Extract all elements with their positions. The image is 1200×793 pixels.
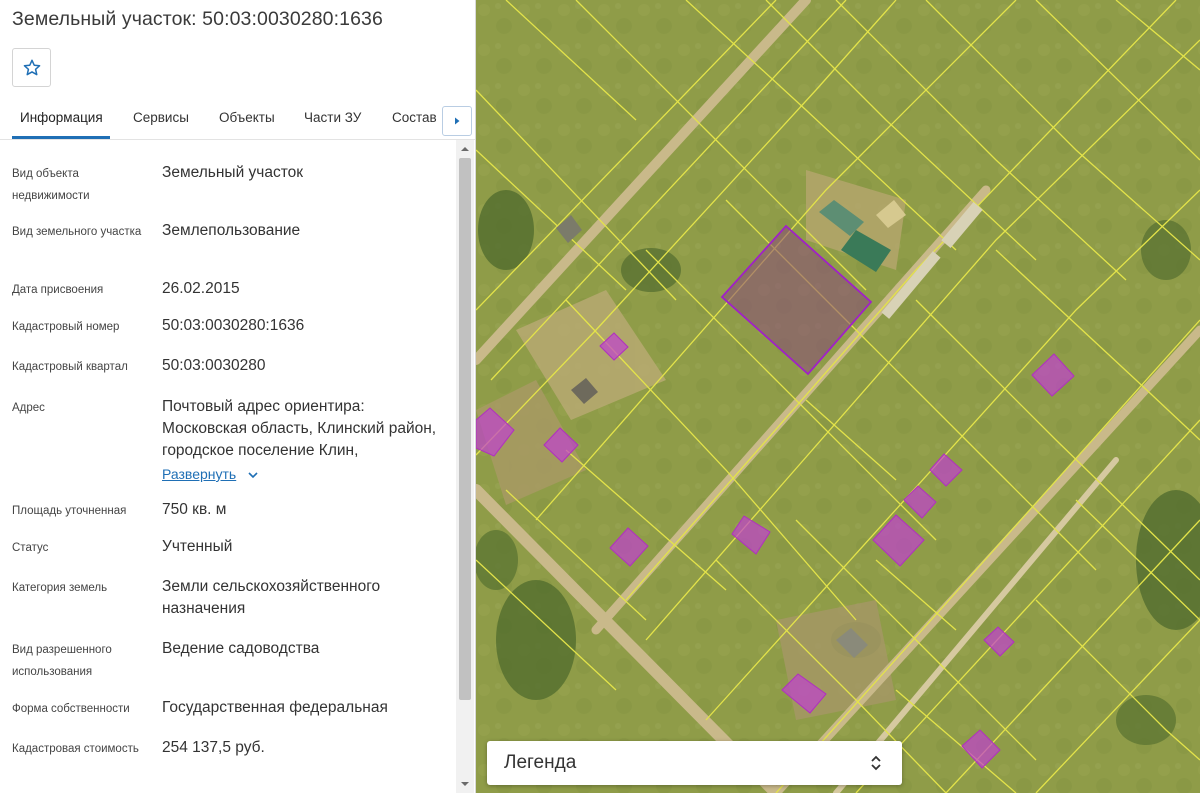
info-label: Статус [12,542,49,554]
info-label: Категория земель [12,582,108,594]
info-label: Форма собственности [12,703,130,715]
info-label: Дата присвоения [12,284,104,296]
info-value-address: Почтовый адрес ориентира: Московская обл… [162,398,437,459]
info-label: Вид земельного участка [12,226,142,238]
info-value: Земельный участок [162,164,304,181]
tab-information[interactable]: Информация [20,110,103,125]
tabs-scroll-next-button[interactable] [442,106,472,136]
info-label: Площадь уточненная [12,505,127,517]
info-value: Землепользование [162,222,301,239]
legend-label: Легенда [504,752,577,773]
info-panel: Земельный участок: 50:03:0030280:1636 Ин… [0,0,476,793]
info-value: Учтенный [162,538,233,555]
info-value: 50:03:0030280:1636 [162,317,305,334]
active-tab-indicator [12,136,110,139]
info-label: Кадастровая стоимость [12,743,139,755]
info-label: Вид разрешенного использования [12,644,112,678]
map-canvas[interactable] [476,0,1200,793]
info-value: 254 137,5 руб. [162,739,265,756]
star-outline-icon [23,59,40,75]
scrollbar-thumb[interactable] [459,158,471,700]
expand-address-link[interactable]: Развернуть [162,466,236,482]
info-value: 50:03:0030280 [162,357,266,374]
caret-right-icon [455,117,460,125]
tab-composition[interactable]: Состав [392,110,437,125]
tab-bar: Информация Сервисы Объекты Части ЗУ Сост… [0,100,475,140]
scroll-down-arrow-icon[interactable] [456,777,474,791]
tab-objects[interactable]: Объекты [219,110,275,125]
info-value: 750 кв. м [162,501,227,518]
info-label: Вид объекта недвижимости [12,168,90,202]
legend-dropdown[interactable]: Легенда [487,741,902,785]
favorite-button[interactable] [12,48,51,87]
info-list: Вид объекта недвижимости Земельный участ… [0,140,475,793]
panel-scrollbar[interactable] [456,140,474,793]
tab-services[interactable]: Сервисы [133,110,189,125]
scroll-up-arrow-icon[interactable] [456,142,474,156]
info-label: Кадастровый номер [12,321,120,333]
info-label: Кадастровый квартал [12,361,128,373]
info-value: Ведение садоводства [162,640,320,657]
satellite-map[interactable] [476,0,1200,793]
info-value: 26.02.2015 [162,280,240,297]
up-down-chevron-icon [870,753,882,778]
expand-link-wrapper: Развернуть [162,463,259,486]
chevron-down-icon[interactable] [247,471,259,479]
info-label: Адрес [12,402,45,414]
page-title: Земельный участок: 50:03:0030280:1636 [12,8,383,30]
tab-parcel-parts[interactable]: Части ЗУ [304,110,361,125]
info-value: Государственная федеральная [162,699,388,716]
info-value: Земли сельскохозяйственного назначения [162,578,381,617]
